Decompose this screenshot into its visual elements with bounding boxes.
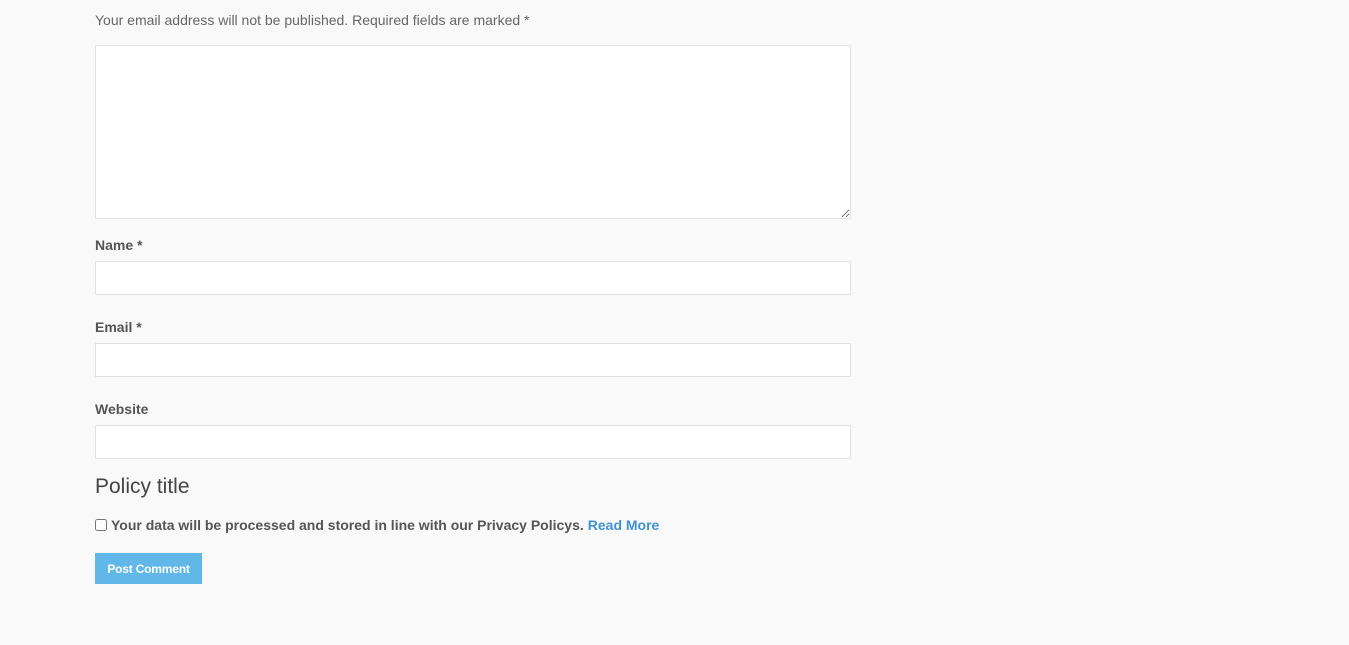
website-label: Website — [95, 401, 149, 417]
consent-row: Your data will be processed and stored i… — [95, 515, 851, 535]
comment-textarea[interactable] — [95, 45, 851, 219]
website-input[interactable] — [95, 425, 851, 459]
read-more-link[interactable]: Read More — [588, 515, 660, 535]
email-label: Email * — [95, 319, 142, 335]
comment-notes: Your email address will not be published… — [95, 12, 530, 28]
name-label: Name * — [95, 237, 143, 253]
post-comment-button[interactable]: Post Comment — [95, 553, 202, 584]
consent-text: Your data will be processed and stored i… — [111, 517, 584, 533]
comment-form: Your email address will not be published… — [95, 0, 851, 584]
consent-checkbox[interactable] — [95, 519, 107, 531]
email-input[interactable] — [95, 343, 851, 377]
name-input[interactable] — [95, 261, 851, 295]
policy-title: Policy title — [95, 475, 190, 498]
